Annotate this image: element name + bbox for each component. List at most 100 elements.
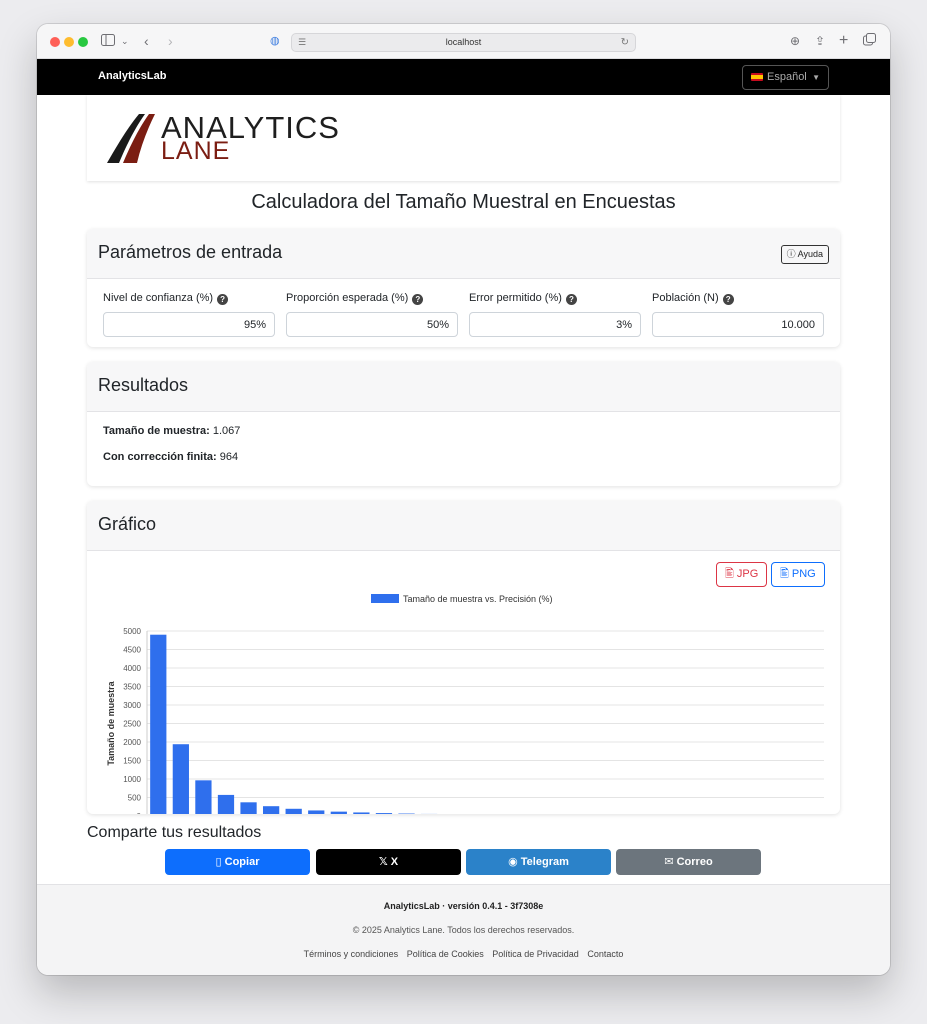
population-input[interactable] — [652, 312, 824, 337]
telegram-label: Telegram — [520, 856, 569, 868]
telegram-icon: ◉ — [508, 856, 518, 868]
y-tick-label: 5000 — [123, 627, 141, 636]
site-navbar: AnalyticsLab Español ▼ — [37, 59, 890, 95]
bar — [353, 812, 370, 814]
footer-links: Términos y condiciones Política de Cooki… — [37, 949, 890, 959]
share-title: Comparte tus resultados — [87, 824, 262, 841]
card-header: Gráfico — [87, 501, 840, 551]
language-selector[interactable]: Español ▼ — [742, 65, 829, 90]
input-params-card: Parámetros de entrada ⓘ Ayuda Nivel de c… — [87, 229, 840, 347]
bar — [285, 808, 302, 814]
x-label: X — [390, 856, 399, 868]
bar — [150, 634, 167, 814]
bar-chart: Tamaño de muestra vs. Precisión (%) 0 500 1… — [106, 594, 824, 814]
address-bar[interactable]: ☰ localhost ↻ — [291, 33, 636, 52]
copy-label: Copiar — [224, 856, 260, 868]
share-icon[interactable]: ⇪ — [815, 32, 825, 50]
question-icon[interactable]: ? — [722, 294, 734, 305]
bar — [262, 806, 280, 814]
forward-icon[interactable]: › — [168, 32, 173, 50]
proportion-field: Proporción esperada (%)? — [286, 292, 458, 337]
y-tick-label: 3000 — [123, 701, 141, 710]
footer-version: AnalyticsLab · versión 0.4.1 - 3f7308e — [383, 901, 544, 911]
error-label-text: Error permitido (%) — [469, 292, 562, 304]
chart-body: 🖺 JPG 🖺 PNG Tamaño de muestra vs. Precis… — [87, 551, 840, 814]
cookies-link[interactable]: Política de Cookies — [407, 949, 484, 959]
back-icon[interactable]: ‹ — [144, 32, 149, 50]
y-tick-label: 2000 — [123, 738, 141, 747]
bar — [375, 813, 393, 814]
sample-size-value: 1.067 — [212, 425, 241, 437]
population-field: Población (N)? — [652, 292, 824, 337]
reload-icon[interactable]: ↻ — [621, 34, 629, 51]
y-tick-label: 1500 — [123, 757, 141, 766]
email-share-button[interactable]: ✉ Correo — [616, 849, 761, 875]
question-icon[interactable]: ? — [217, 294, 229, 305]
sample-size-label: Tamaño de muestra: — [103, 425, 210, 437]
results-card: Resultados Tamaño de muestra: 1.067 Con … — [87, 362, 840, 486]
help-button[interactable]: ⓘ Ayuda — [780, 245, 829, 264]
footer-copyright: © 2025 Analytics Lane. Todos los derecho… — [352, 925, 575, 935]
y-tick-label: 0 — [137, 812, 142, 814]
confidence-input[interactable] — [103, 312, 275, 337]
question-icon[interactable]: ? — [412, 294, 424, 305]
x-logo-icon: 𝕏 — [378, 856, 388, 868]
y-axis-title: Tamaño de muestra — [106, 680, 116, 765]
road-logo-icon — [107, 114, 155, 163]
error-input[interactable] — [469, 312, 641, 337]
proportion-label-text: Proporción esperada (%) — [286, 292, 409, 304]
question-icon[interactable]: ? — [565, 294, 577, 305]
population-label-text: Población (N) — [652, 292, 719, 304]
copy-button[interactable]: ▯ Copiar — [165, 849, 310, 875]
params-title: Parámetros de entrada — [98, 242, 283, 262]
page-icon: ☰ — [298, 37, 307, 47]
card-header: Parámetros de entrada ⓘ Ayuda — [87, 229, 840, 279]
error-field: Error permitido (%)? — [469, 292, 641, 337]
bar — [330, 811, 347, 814]
bar — [308, 810, 325, 814]
page-title: Calculadora del Tamaño Muestral en Encue… — [251, 191, 676, 213]
language-label: Español — [767, 71, 807, 83]
terms-link[interactable]: Términos y condiciones — [304, 949, 399, 959]
close-window-button[interactable] — [50, 37, 60, 47]
minimize-window-button[interactable] — [64, 37, 74, 47]
confidence-label-text: Nivel de confianza (%) — [103, 292, 214, 304]
sidebar-icon[interactable] — [101, 32, 115, 50]
confidence-field: Nivel de confianza (%)? — [103, 292, 275, 337]
y-tick-label: 2500 — [123, 720, 141, 729]
envelope-icon: ✉ — [664, 856, 674, 868]
privacy-icon[interactable]: ◍ — [270, 32, 280, 50]
y-tick-label: 3500 — [123, 683, 141, 692]
proportion-label: Proporción esperada (%)? — [286, 292, 458, 305]
navbar-brand[interactable]: AnalyticsLab — [98, 70, 166, 82]
sample-size-result: Tamaño de muestra: 1.067 — [103, 425, 240, 437]
legend-label: Tamaño de muestra vs. Precisión (%) — [403, 594, 553, 604]
chevron-down-icon[interactable]: ⌄ — [121, 32, 129, 50]
y-tick-label: 4500 — [123, 646, 141, 655]
zoom-window-button[interactable] — [78, 37, 88, 47]
y-tick-label: 4000 — [123, 664, 141, 673]
new-tab-icon[interactable]: + — [839, 32, 848, 50]
url-text: localhost — [445, 37, 482, 47]
contact-link[interactable]: Contacto — [587, 949, 623, 959]
chart-card: Gráfico 🖺 JPG 🖺 PNG Tamaño de muestra vs… — [87, 501, 840, 814]
confidence-label: Nivel de confianza (%)? — [103, 292, 275, 305]
proportion-input[interactable] — [286, 312, 458, 337]
privacy-link[interactable]: Política de Privacidad — [492, 949, 579, 959]
finite-correction-label: Con corrección finita: — [103, 451, 217, 463]
logo-text-lane: LANE — [161, 137, 231, 165]
page-footer: AnalyticsLab · versión 0.4.1 - 3f7308e ©… — [37, 884, 890, 975]
clipboard-icon: ▯ — [215, 856, 222, 868]
download-icon[interactable]: ⊕ — [790, 32, 800, 50]
bar — [240, 802, 257, 814]
x-share-button[interactable]: 𝕏 X — [316, 849, 461, 875]
help-label: Ayuda — [797, 249, 823, 259]
card-header: Resultados — [87, 362, 840, 412]
tab-overview-icon[interactable] — [863, 32, 876, 50]
telegram-share-button[interactable]: ◉ Telegram — [466, 849, 611, 875]
population-label: Población (N)? — [652, 292, 824, 305]
results-title: Resultados — [98, 375, 189, 395]
spain-flag-icon — [751, 73, 763, 82]
caret-down-icon: ▼ — [812, 73, 820, 82]
logo-banner: ANALYTICS LANE — [87, 95, 840, 181]
